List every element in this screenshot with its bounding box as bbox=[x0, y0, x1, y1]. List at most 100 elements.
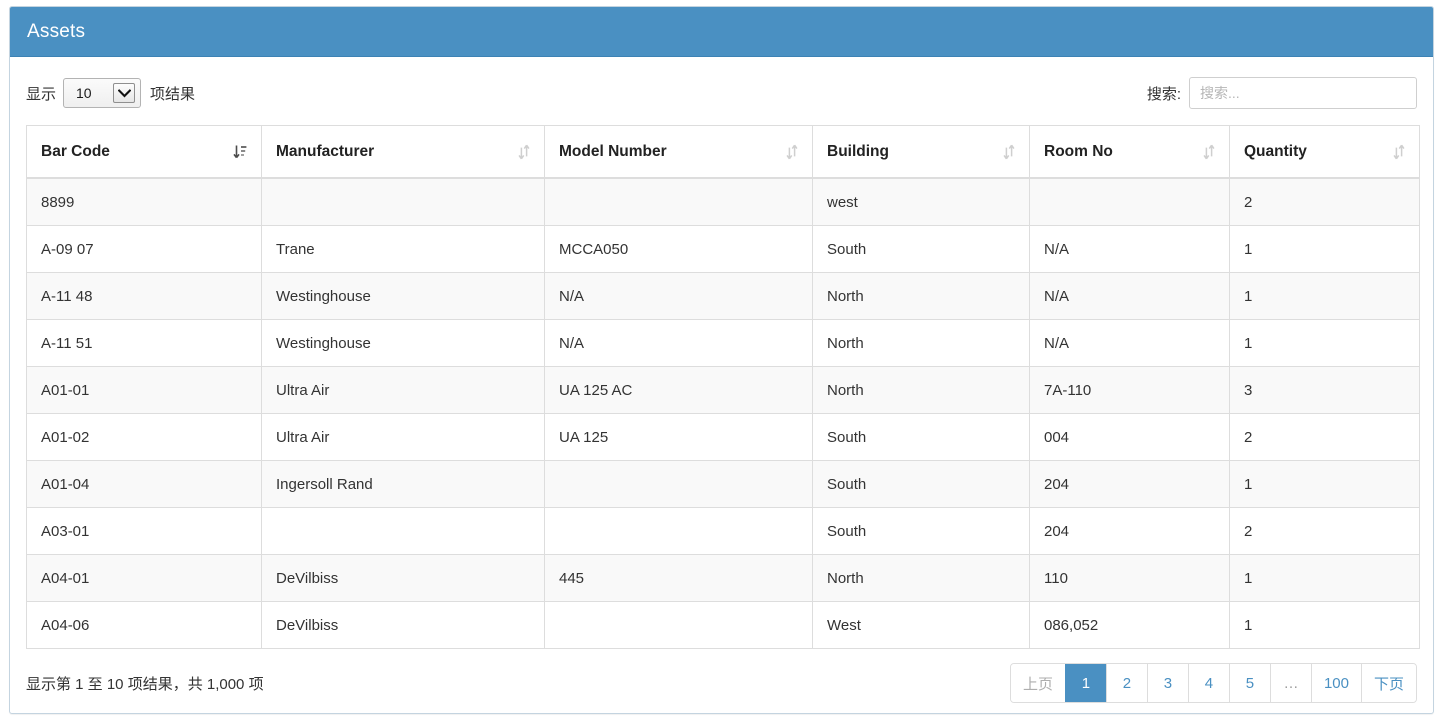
sort-both-icon bbox=[518, 144, 530, 160]
pagination-page-100[interactable]: 100 bbox=[1310, 664, 1361, 702]
cell-room-no: 086,052 bbox=[1029, 601, 1230, 649]
cell-manufacturer: DeVilbiss bbox=[261, 554, 545, 602]
cell-bar-code: A04-06 bbox=[26, 601, 262, 649]
cell-room-no: 004 bbox=[1029, 413, 1230, 461]
table-row[interactable]: A-11 48 Westinghouse N/A North N/A 1 bbox=[26, 272, 1420, 320]
cell-room-no: 204 bbox=[1029, 507, 1230, 555]
pagination-page-5[interactable]: 5 bbox=[1228, 664, 1270, 702]
sort-both-icon bbox=[786, 144, 798, 160]
pagination-page-4[interactable]: 4 bbox=[1187, 664, 1229, 702]
page-length-select[interactable]: 10 bbox=[63, 78, 142, 108]
column-header-building[interactable]: Building bbox=[812, 125, 1030, 179]
cell-quantity: 1 bbox=[1229, 460, 1420, 508]
cell-building: North bbox=[812, 319, 1030, 367]
cell-quantity: 2 bbox=[1229, 413, 1420, 461]
cell-quantity: 2 bbox=[1229, 177, 1420, 226]
chevron-down-icon bbox=[113, 83, 136, 103]
cell-bar-code: A01-02 bbox=[26, 413, 262, 461]
cell-manufacturer: Ultra Air bbox=[261, 366, 545, 414]
table-body: 8899 west 2 A-09 07 Trane MCCA050 South N/A 1 A-1… bbox=[26, 177, 1420, 649]
cell-manufacturer bbox=[261, 177, 545, 226]
cell-model-number bbox=[544, 460, 813, 508]
cell-bar-code: 8899 bbox=[26, 177, 262, 226]
table-row[interactable]: A04-01 DeVilbiss 445 North 110 1 bbox=[26, 554, 1420, 602]
cell-building: South bbox=[812, 225, 1030, 273]
table-row[interactable]: A-09 07 Trane MCCA050 South N/A 1 bbox=[26, 225, 1420, 273]
cell-manufacturer: DeVilbiss bbox=[261, 601, 545, 649]
cell-quantity: 1 bbox=[1229, 554, 1420, 602]
cell-quantity: 1 bbox=[1229, 319, 1420, 367]
table-row[interactable]: A04-06 DeVilbiss West 086,052 1 bbox=[26, 601, 1420, 649]
sort-both-icon bbox=[1203, 144, 1215, 160]
cell-quantity: 2 bbox=[1229, 507, 1420, 555]
cell-room-no: 7A-110 bbox=[1029, 366, 1230, 414]
cell-bar-code: A01-01 bbox=[26, 366, 262, 414]
pagination-page-1[interactable]: 1 bbox=[1064, 664, 1106, 702]
column-header-manufacturer[interactable]: Manufacturer bbox=[261, 125, 545, 179]
cell-quantity: 3 bbox=[1229, 366, 1420, 414]
cell-model-number bbox=[544, 601, 813, 649]
table-row[interactable]: 8899 west 2 bbox=[26, 177, 1420, 226]
cell-building: South bbox=[812, 413, 1030, 461]
table-row[interactable]: A-11 51 Westinghouse N/A North N/A 1 bbox=[26, 319, 1420, 367]
pagination: 上页 1 2 3 4 5… 100 下页 bbox=[1009, 663, 1417, 703]
cell-bar-code: A-09 07 bbox=[26, 225, 262, 273]
table-head: Bar Code Manufacturer Model Number Build… bbox=[26, 125, 1420, 179]
table-controls: 显示 10 项结果 搜索: bbox=[26, 71, 1417, 115]
column-header-model-number[interactable]: Model Number bbox=[544, 125, 813, 179]
column-header-quantity[interactable]: Quantity bbox=[1229, 125, 1420, 179]
cell-bar-code: A01-04 bbox=[26, 460, 262, 508]
cell-building: North bbox=[812, 272, 1030, 320]
cell-bar-code: A03-01 bbox=[26, 507, 262, 555]
page-length-control: 显示 10 项结果 bbox=[26, 78, 195, 108]
column-header-label: Quantity bbox=[1244, 142, 1307, 160]
cell-model-number bbox=[544, 507, 813, 555]
pagination-ellipsis: … bbox=[1269, 664, 1311, 702]
cell-room-no: N/A bbox=[1029, 319, 1230, 367]
search-label: 搜索: bbox=[1146, 85, 1181, 103]
page-length-label-suffix: 项结果 bbox=[150, 85, 196, 103]
cell-quantity: 1 bbox=[1229, 225, 1420, 273]
table-row[interactable]: A01-02 Ultra Air UA 125 South 004 2 bbox=[26, 413, 1420, 461]
search-input[interactable] bbox=[1189, 77, 1417, 109]
pagination-page-2[interactable]: 2 bbox=[1105, 664, 1147, 702]
cell-model-number: 445 bbox=[544, 554, 813, 602]
table-footer: 显示第 1 至 10 项结果，共 1,000 项 上页 1 2 3 4 5… 100 下页 bbox=[10, 649, 1433, 713]
page-title: Assets bbox=[27, 21, 86, 42]
pagination-next[interactable]: 下页 bbox=[1360, 664, 1416, 702]
cell-quantity: 1 bbox=[1229, 272, 1420, 320]
cell-room-no bbox=[1029, 177, 1230, 226]
cell-building: North bbox=[812, 554, 1030, 602]
cell-quantity: 1 bbox=[1229, 601, 1420, 649]
pagination-previous[interactable]: 上页 bbox=[1010, 664, 1065, 702]
cell-model-number: MCCA050 bbox=[544, 225, 813, 273]
cell-room-no: N/A bbox=[1029, 225, 1230, 273]
cell-building: South bbox=[812, 507, 1030, 555]
table-row[interactable]: A01-01 Ultra Air UA 125 AC North 7A-110 3 bbox=[26, 366, 1420, 414]
cell-bar-code: A-11 51 bbox=[26, 319, 262, 367]
column-header-room-no[interactable]: Room No bbox=[1029, 125, 1230, 179]
table-info: 显示第 1 至 10 项结果，共 1,000 项 bbox=[26, 675, 264, 693]
column-header-label: Building bbox=[827, 142, 889, 160]
page-length-label-prefix: 显示 bbox=[26, 85, 57, 103]
table-row[interactable]: A03-01 South 204 2 bbox=[26, 507, 1420, 555]
page-length-value: 10 bbox=[76, 85, 92, 101]
cell-building: west bbox=[812, 177, 1030, 226]
cell-manufacturer: Ultra Air bbox=[261, 413, 545, 461]
pagination-page-3[interactable]: 3 bbox=[1146, 664, 1188, 702]
column-header-bar-code[interactable]: Bar Code bbox=[26, 125, 262, 179]
cell-room-no: 110 bbox=[1029, 554, 1230, 602]
cell-building: North bbox=[812, 366, 1030, 414]
sort-ascending-icon bbox=[233, 144, 247, 160]
assets-panel: Assets 显示 10 项结果 搜索: 搜索... Bar Code Manu… bbox=[9, 6, 1434, 714]
table-row[interactable]: A01-04 Ingersoll Rand South 204 1 bbox=[26, 460, 1420, 508]
cell-manufacturer bbox=[261, 507, 545, 555]
panel-header: Assets bbox=[10, 7, 1433, 57]
cell-bar-code: A-11 48 bbox=[26, 272, 262, 320]
search-control: 搜索: bbox=[1147, 77, 1417, 109]
cell-manufacturer: Westinghouse bbox=[261, 272, 545, 320]
page-root: Assets 显示 10 项结果 搜索: 搜索... Bar Code Manu… bbox=[0, 0, 1443, 726]
cell-model-number: N/A bbox=[544, 272, 813, 320]
assets-table: Bar Code Manufacturer Model Number Build… bbox=[26, 125, 1420, 649]
sort-both-icon bbox=[1003, 144, 1015, 160]
